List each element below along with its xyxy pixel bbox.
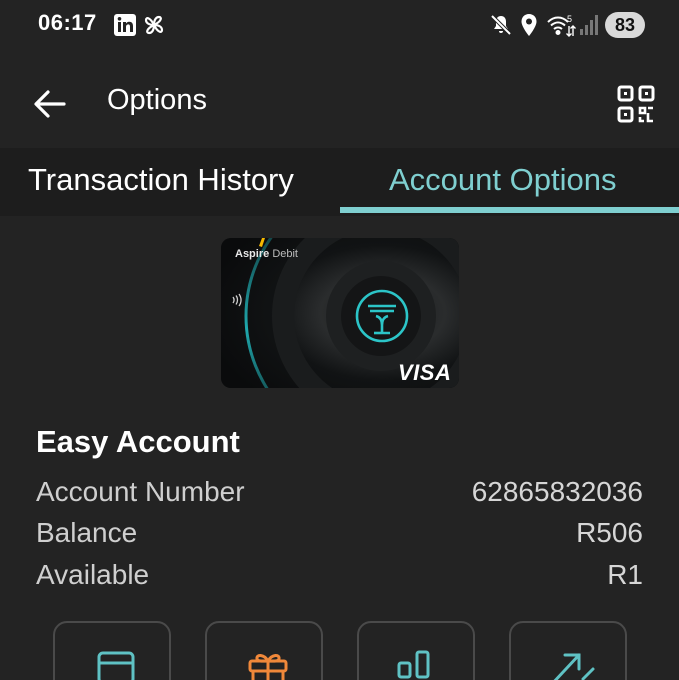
bar-chart-icon	[397, 650, 430, 679]
card-brand: Aspire Debit	[235, 248, 298, 260]
qr-code-button[interactable]	[614, 82, 658, 126]
row-value: R1	[607, 559, 643, 590]
tab-transaction-history[interactable]: Transaction History	[28, 162, 294, 198]
row-label: Available	[36, 559, 150, 590]
contactless-icon	[232, 293, 242, 307]
tab-account-options[interactable]: Account Options	[389, 162, 616, 198]
pinwheel-icon	[142, 13, 166, 42]
page-title: Options	[107, 84, 207, 116]
available-row: Available R1	[36, 559, 643, 595]
transfer-action-tile[interactable]	[509, 621, 627, 680]
arrow-left-icon	[34, 90, 66, 118]
bank-tree-logo-icon	[355, 289, 409, 343]
rewards-action-tile[interactable]	[205, 621, 323, 680]
balance-row: Balance R506	[36, 517, 643, 553]
account-number-row: Account Number 62865832036	[36, 476, 643, 512]
app-bar: Options	[0, 62, 679, 142]
mute-icon	[489, 13, 513, 42]
row-label: Balance	[36, 517, 138, 548]
debit-card-image[interactable]: Aspire Debit VISA	[221, 238, 459, 388]
card-icon	[97, 651, 135, 680]
qr-code-icon	[617, 85, 655, 123]
battery-indicator: 83	[605, 12, 645, 38]
svg-text:5: 5	[567, 14, 572, 24]
tab-active-indicator	[340, 207, 679, 213]
row-value: 62865832036	[471, 476, 643, 507]
status-bar: 06:17 5 83	[0, 0, 679, 52]
wifi-5g-icon: 5	[546, 13, 576, 44]
gift-icon	[248, 654, 288, 680]
row-value: R506	[576, 517, 643, 548]
card-action-tile[interactable]	[53, 621, 171, 680]
insights-action-tile[interactable]	[357, 621, 475, 680]
tab-bar: Transaction History Account Options	[0, 148, 679, 216]
status-time: 06:17	[38, 10, 97, 35]
card-network-logo: VISA	[398, 360, 452, 385]
back-button[interactable]	[30, 84, 70, 124]
location-icon	[518, 13, 540, 42]
account-name: Easy Account	[36, 424, 240, 459]
transfer-arrows-icon	[553, 653, 595, 680]
row-label: Account Number	[36, 476, 245, 507]
linkedin-icon	[113, 13, 137, 42]
signal-icon	[578, 13, 600, 42]
